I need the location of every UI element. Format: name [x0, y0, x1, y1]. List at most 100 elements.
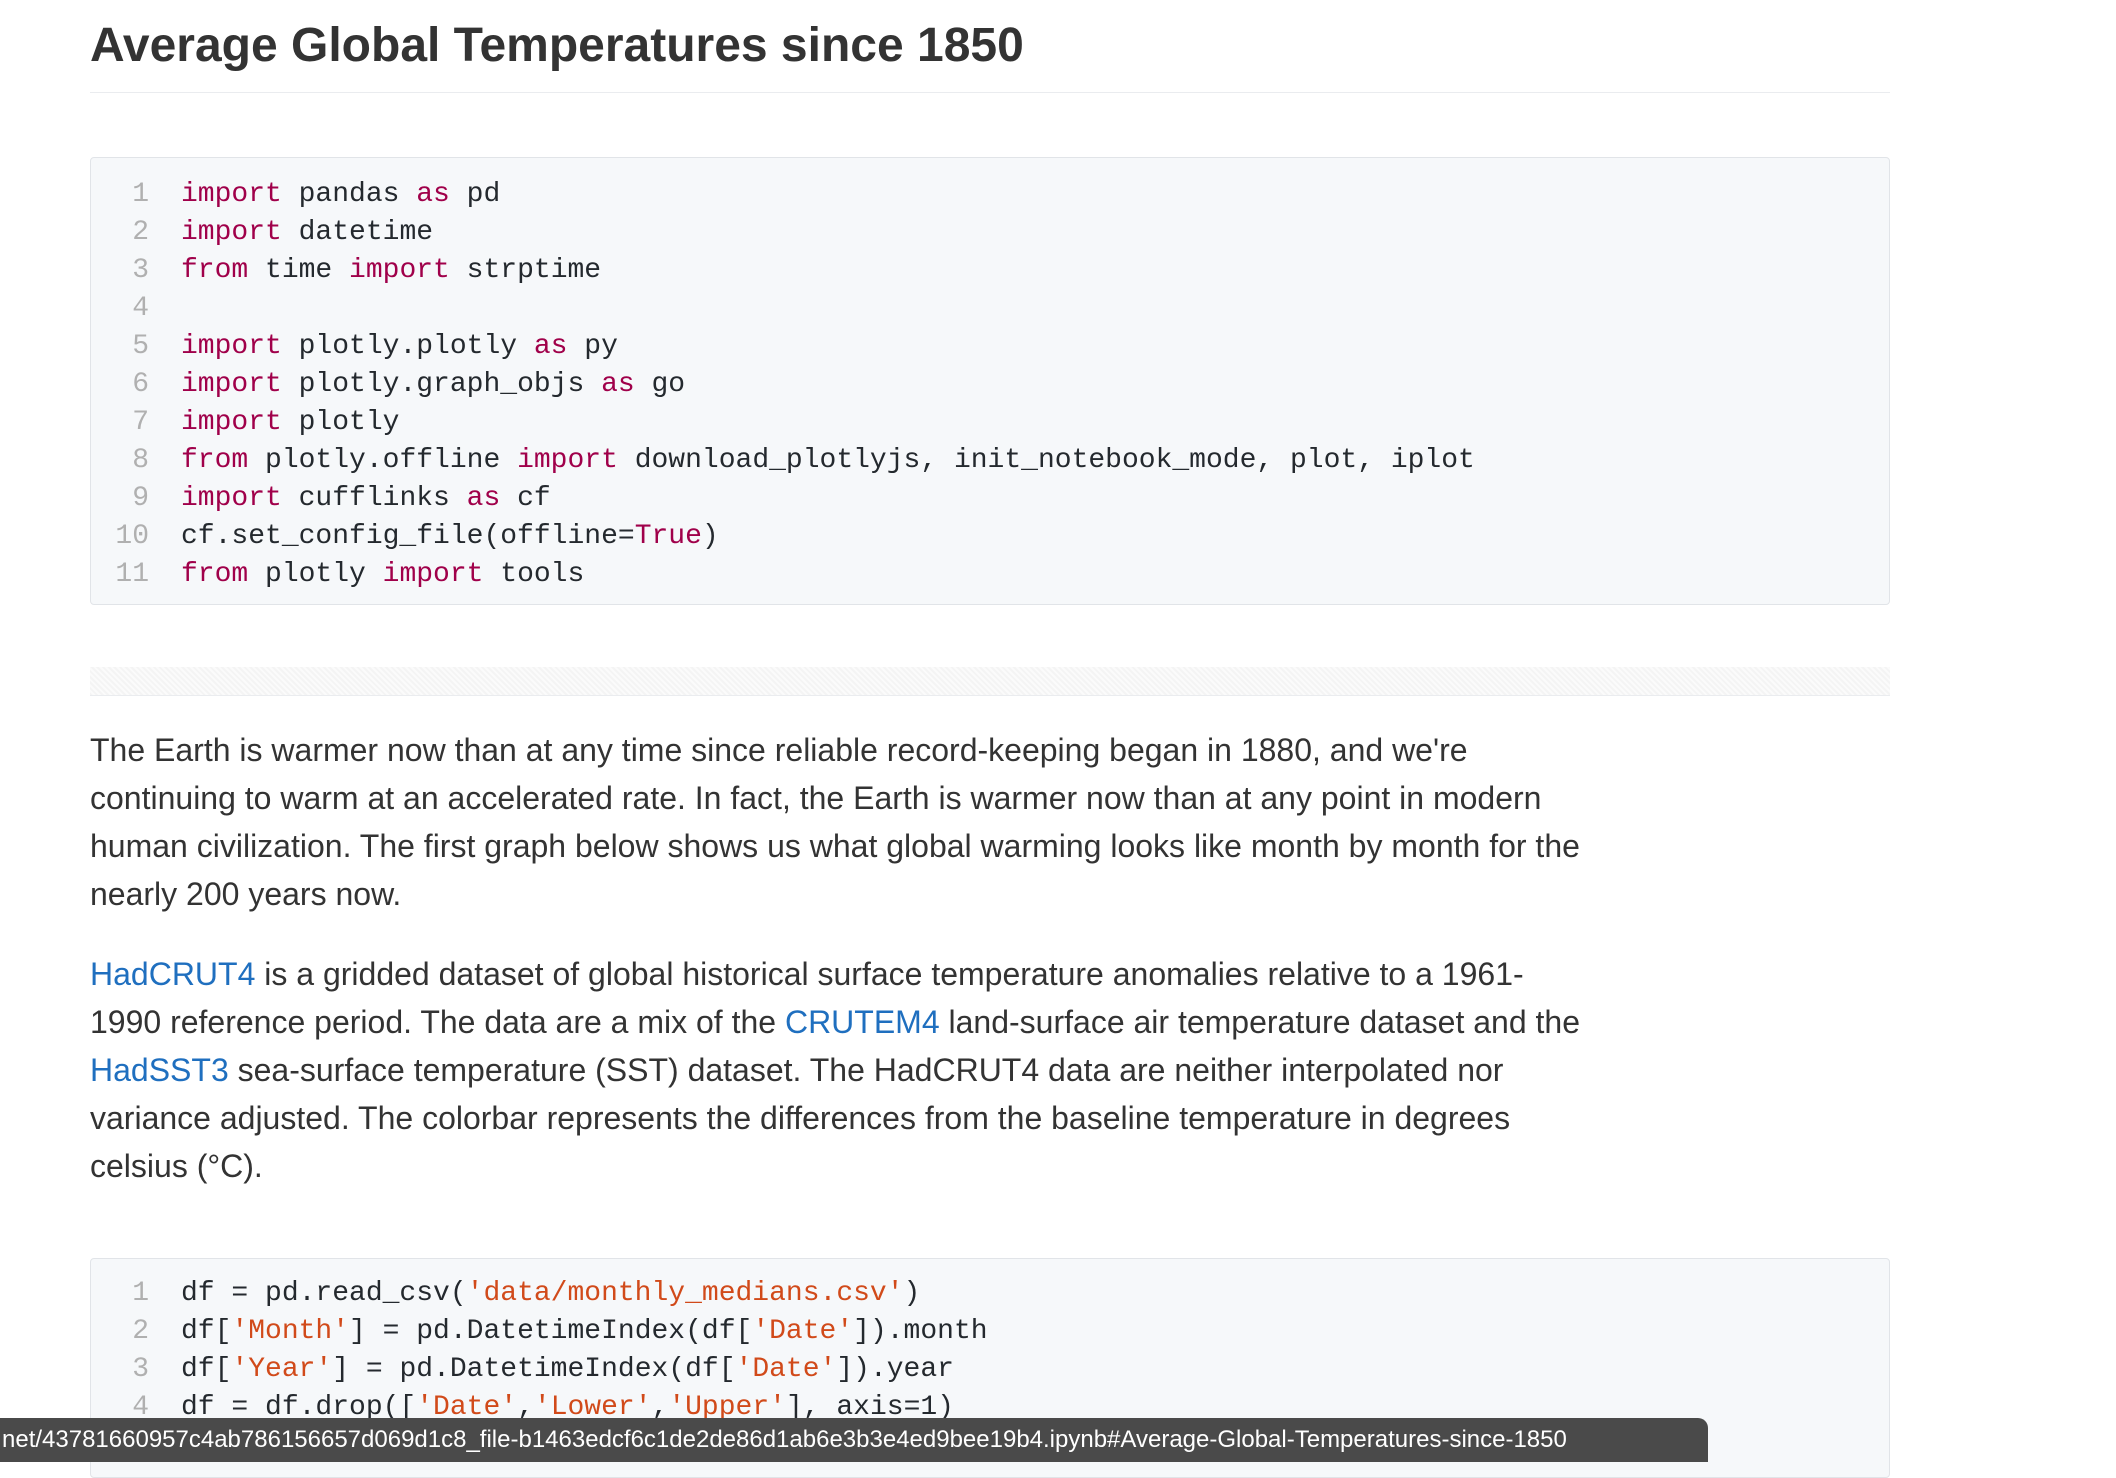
code-line: 2 import datetime [91, 214, 1889, 252]
code-keyword: import [382, 559, 484, 590]
line-number: 2 [132, 1316, 149, 1347]
code-line: 9 import cufflinks as cf [91, 480, 1889, 518]
code-token: df[ [181, 1316, 232, 1347]
code-token: ) [701, 521, 719, 552]
code-string: 'Month' [231, 1316, 350, 1347]
code-token: ] = pd.DatetimeIndex(df[ [349, 1316, 753, 1347]
code-cell-imports[interactable]: 1 import pandas as pd 2 import datetime 3 fro… [90, 157, 1890, 605]
notebook-page: Average Global Temperatures since 1850 1… [90, 0, 1890, 1478]
code-token: plotly.offline [248, 445, 518, 476]
code-token: plotly [281, 407, 400, 438]
code-token: strptime [449, 255, 602, 286]
code-text: df['Month'] = pd.DatetimeIndex(df['Date'… [181, 1313, 988, 1351]
code-string: 'Date' [752, 1316, 854, 1347]
code-token: pd [449, 179, 501, 210]
line-number: 5 [132, 331, 149, 362]
code-line: 11 from plotly import tools [91, 556, 1889, 594]
code-text: df = pd.read_csv('data/monthly_medians.c… [181, 1275, 920, 1313]
code-keyword: from [181, 445, 249, 476]
code-token: ]).year [836, 1354, 954, 1385]
code-line: 3 from time import strptime [91, 252, 1889, 290]
dataset-paragraph: HadCRUT4 is a gridded dataset of global … [90, 950, 1590, 1190]
line-number: 1 [132, 1278, 149, 1309]
code-token: download_plotlyjs, init_notebook_mode, p… [617, 445, 1475, 476]
code-token: datetime [281, 217, 434, 248]
line-number: 1 [132, 179, 149, 210]
code-line: 2 df['Month'] = pd.DatetimeIndex(df['Date… [91, 1313, 1889, 1351]
line-number: 4 [132, 293, 149, 324]
code-keyword: import [517, 445, 618, 476]
hadcrut4-link[interactable]: HadCRUT4 [90, 956, 255, 992]
code-text: from time import strptime [181, 252, 601, 290]
line-number: 2 [132, 217, 149, 248]
code-keyword: import [181, 483, 282, 514]
line-number: 10 [115, 521, 149, 552]
page-title: Average Global Temperatures since 1850 [90, 0, 1890, 93]
code-token: cufflinks [281, 483, 467, 514]
code-keyword: as [601, 369, 635, 400]
line-number: 3 [132, 255, 149, 286]
dataset-text-b: land-surface air temperature dataset and… [939, 1004, 1580, 1040]
line-number: 11 [115, 559, 149, 590]
line-number: 8 [132, 445, 149, 476]
code-line: 7 import plotly [91, 404, 1889, 442]
code-keyword: as [466, 483, 501, 514]
code-text: import plotly [181, 404, 399, 442]
code-token: plotly.graph_objs [281, 369, 602, 400]
line-number: 6 [132, 369, 149, 400]
code-keyword: import [181, 369, 282, 400]
hadsst3-link[interactable]: HadSST3 [90, 1052, 229, 1088]
code-keyword: import [181, 217, 282, 248]
code-token: tools [483, 559, 585, 590]
code-text: import pandas as pd [181, 176, 500, 214]
code-line: 8 from plotly.offline import download_plo… [91, 442, 1889, 480]
code-token: cf [500, 483, 551, 514]
code-keyword: as [533, 331, 568, 362]
crutem4-link[interactable]: CRUTEM4 [785, 1004, 940, 1040]
code-line: 6 import plotly.graph_objs as go [91, 366, 1889, 404]
code-line: 5 import plotly.plotly as py [91, 328, 1889, 366]
code-token: cf.set_config_file(offline= [181, 521, 635, 552]
code-text: import plotly.graph_objs as go [181, 366, 685, 404]
code-line: 3 df['Year'] = pd.DatetimeIndex(df['Date'… [91, 1351, 1889, 1389]
code-line: 10 cf.set_config_file(offline=True) [91, 518, 1889, 556]
line-number: 9 [132, 483, 149, 514]
code-keyword: import [349, 255, 450, 286]
code-keyword: True [634, 521, 702, 552]
code-text: from plotly import tools [181, 556, 584, 594]
code-line: 1 import pandas as pd [91, 176, 1889, 214]
code-string: 'data/monthly_medians.csv' [466, 1278, 904, 1309]
line-number: 3 [132, 1354, 149, 1385]
code-text: import plotly.plotly as py [181, 328, 618, 366]
dataset-text-c: sea-surface temperature (SST) dataset. T… [90, 1052, 1511, 1184]
code-text: from plotly.offline import download_plot… [181, 442, 1475, 480]
code-token: py [567, 331, 618, 362]
code-text: df['Year'] = pd.DatetimeIndex(df['Date']… [181, 1351, 954, 1389]
line-number: 7 [132, 407, 149, 438]
code-text: cf.set_config_file(offline=True) [181, 518, 719, 556]
status-bar-url: net/43781660957c4ab786156657d069d1c8_fil… [0, 1418, 1708, 1462]
code-token: ]).month [853, 1316, 988, 1347]
code-text: import datetime [181, 214, 433, 252]
code-line: 4 [91, 290, 1889, 328]
code-line: 1 df = pd.read_csv('data/monthly_medians.… [91, 1275, 1889, 1313]
code-token: time [248, 255, 350, 286]
code-token: plotly.plotly [281, 331, 534, 362]
code-keyword: import [181, 179, 282, 210]
code-token: ) [903, 1278, 921, 1309]
code-string: 'Year' [231, 1354, 333, 1385]
code-keyword: from [181, 255, 249, 286]
code-token: ] = pd.DatetimeIndex(df[ [332, 1354, 736, 1385]
code-token: pandas [281, 179, 417, 210]
code-keyword: from [181, 559, 249, 590]
code-token: df[ [181, 1354, 232, 1385]
code-keyword: import [181, 331, 282, 362]
code-text: import cufflinks as cf [181, 480, 551, 518]
code-keyword: as [416, 179, 450, 210]
cell-separator [90, 667, 1890, 696]
code-keyword: import [181, 407, 282, 438]
code-token: plotly [248, 559, 383, 590]
code-string: 'Date' [735, 1354, 837, 1385]
code-token: df = pd.read_csv( [181, 1278, 467, 1309]
code-token: go [634, 369, 686, 400]
